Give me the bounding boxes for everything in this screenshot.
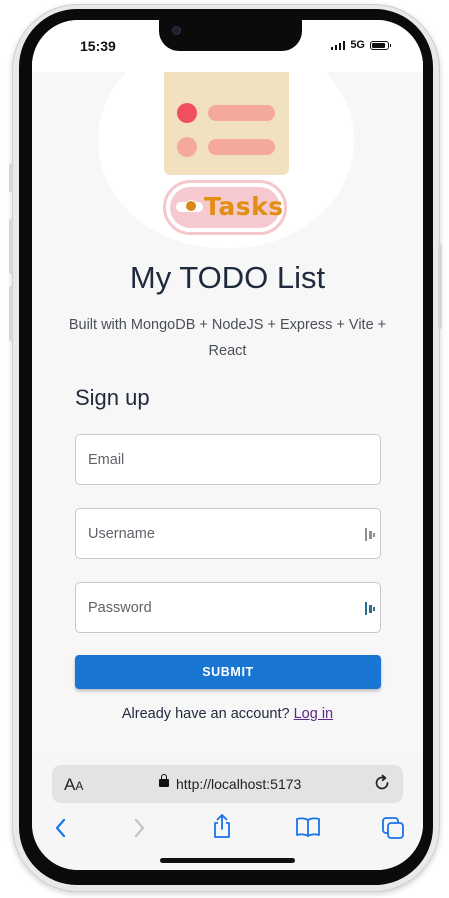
password-manager-key-icon[interactable] [365,602,375,615]
share-icon[interactable] [211,813,233,844]
home-indicator[interactable] [160,858,295,863]
browser-toolbar: AA http://localhost:5173 [32,753,423,870]
reload-icon[interactable] [373,774,391,797]
login-link[interactable]: Log in [294,706,334,722]
volume-down-button [9,286,13,341]
tabs-icon[interactable] [381,816,405,845]
url-text[interactable]: http://localhost:5173 [176,776,301,792]
phone-screen: 15:39 5G Tasks My TODO List Built with M… [32,20,423,870]
logo-text: Tasks [204,192,284,221]
login-prompt-text: Already have an account? [121,706,290,722]
page-subtitle: Built with MongoDB + NodeJS + Express + … [68,317,387,359]
notch [159,20,302,51]
checklist-dot-peach [177,137,197,157]
checklist-bar [208,105,275,121]
back-icon[interactable] [54,817,68,844]
signal-icon [330,40,346,50]
status-indicators: 5G [330,39,391,51]
side-button [9,164,13,192]
checklist-bar [208,139,275,155]
power-button [438,244,442,329]
password-input[interactable] [76,583,380,632]
toggle-knob [186,201,196,211]
submit-button[interactable]: SUBMIT [75,655,381,689]
browser-nav-row [32,814,423,851]
volume-up-button [9,219,13,274]
lock-icon [159,774,169,787]
email-input[interactable] [76,435,380,484]
address-bar[interactable]: AA http://localhost:5173 [52,765,403,803]
status-time: 15:39 [80,38,116,54]
form-heading: Sign up [75,385,150,410]
page-title: My TODO List [129,260,326,295]
username-input[interactable] [76,509,380,558]
aa-small: A [75,779,84,793]
aa-large: A [64,775,76,794]
battery-icon [370,40,391,50]
checklist-dot-red [177,103,197,123]
password-field[interactable] [75,582,381,633]
tasks-logo-pill: Tasks [163,180,287,235]
password-manager-key-icon[interactable] [365,528,375,541]
camera-icon [172,26,181,35]
login-prompt-line: Already have an account? Log in [32,706,423,722]
forward-icon[interactable] [132,817,146,844]
network-label: 5G [350,39,365,51]
username-field[interactable] [75,508,381,559]
email-field[interactable] [75,434,381,485]
text-size-button[interactable]: AA [64,775,83,795]
bookmarks-icon[interactable] [295,816,321,843]
